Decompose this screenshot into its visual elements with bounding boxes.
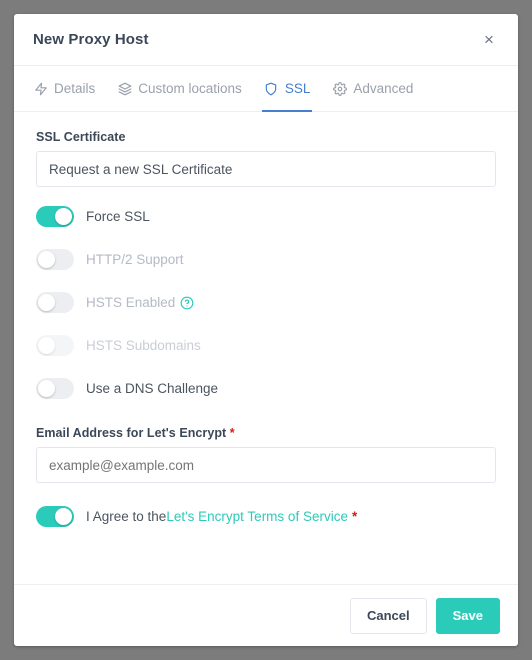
toggle-row-terms: I Agree to the Let's Encrypt Terms of Se… xyxy=(36,495,496,538)
tab-details-label: Details xyxy=(54,81,96,96)
dns-challenge-label: Use a DNS Challenge xyxy=(86,381,219,396)
close-icon[interactable]: × xyxy=(478,29,500,51)
tab-custom-locations-label: Custom locations xyxy=(138,81,242,96)
terms-agree-toggle[interactable] xyxy=(36,506,74,527)
tab-ssl[interactable]: SSL xyxy=(253,66,322,112)
new-proxy-host-modal: New Proxy Host × Details Custom location… xyxy=(14,14,518,646)
toggle-knob xyxy=(38,337,55,354)
toggle-knob xyxy=(38,251,55,268)
dns-challenge-toggle[interactable] xyxy=(36,378,74,399)
layers-icon xyxy=(117,81,132,96)
shield-icon xyxy=(264,81,279,96)
toggle-row-force-ssl: Force SSL xyxy=(36,195,496,238)
toggle-knob xyxy=(55,508,72,525)
force-ssl-toggle[interactable] xyxy=(36,206,74,227)
tab-details[interactable]: Details xyxy=(33,66,106,111)
hsts-enabled-toggle[interactable] xyxy=(36,292,74,313)
tab-custom-locations[interactable]: Custom locations xyxy=(106,66,253,111)
toggle-row-dns-challenge: Use a DNS Challenge xyxy=(36,367,496,410)
email-required-mark: * xyxy=(229,426,235,440)
gear-icon xyxy=(332,81,347,96)
ssl-certificate-value: Request a new SSL Certificate xyxy=(49,161,233,177)
hsts-enabled-label: HSTS Enabled xyxy=(86,295,176,310)
lightning-bolt-icon xyxy=(33,81,48,96)
terms-of-service-link[interactable]: Let's Encrypt Terms of Service xyxy=(166,509,348,524)
hsts-enabled-label-group: HSTS Enabled xyxy=(86,295,194,310)
terms-prefix: I Agree to the xyxy=(86,509,167,524)
terms-required-mark: * xyxy=(351,509,358,524)
modal-footer: Cancel Save xyxy=(14,584,518,646)
email-field[interactable] xyxy=(36,447,496,483)
tab-advanced-label: Advanced xyxy=(353,81,414,96)
email-label-text: Email Address for Let's Encrypt xyxy=(36,426,227,440)
save-button[interactable]: Save xyxy=(435,597,500,634)
hsts-subdomains-toggle xyxy=(36,335,74,356)
modal-header: New Proxy Host × xyxy=(14,14,518,66)
cancel-button[interactable]: Cancel xyxy=(349,597,427,634)
tab-advanced[interactable]: Advanced xyxy=(321,66,424,111)
ssl-certificate-label: SSL Certificate xyxy=(36,130,126,144)
ssl-certificate-select[interactable]: Request a new SSL Certificate xyxy=(36,151,496,187)
tab-bar: Details Custom locations SSL Advanced xyxy=(14,66,518,112)
toggle-row-hsts-subdomains: HSTS Subdomains xyxy=(36,324,496,367)
modal-body: SSL Certificate Request a new SSL Certif… xyxy=(14,112,518,584)
force-ssl-label: Force SSL xyxy=(86,209,150,224)
toggle-knob xyxy=(55,208,72,225)
http2-support-label: HTTP/2 Support xyxy=(86,252,184,267)
tab-ssl-label: SSL xyxy=(284,81,311,96)
terms-label-group: I Agree to the Let's Encrypt Terms of Se… xyxy=(86,509,357,524)
hsts-subdomains-label: HSTS Subdomains xyxy=(86,338,201,353)
help-circle-icon[interactable] xyxy=(180,296,194,310)
http2-support-toggle[interactable] xyxy=(36,249,74,270)
email-label: Email Address for Let's Encrypt * xyxy=(36,426,496,440)
toggle-row-http2-support: HTTP/2 Support xyxy=(36,238,496,281)
toggle-knob xyxy=(38,294,55,311)
toggle-row-hsts-enabled: HSTS Enabled xyxy=(36,281,496,324)
page-title: New Proxy Host xyxy=(33,31,149,48)
toggle-knob xyxy=(38,380,55,397)
